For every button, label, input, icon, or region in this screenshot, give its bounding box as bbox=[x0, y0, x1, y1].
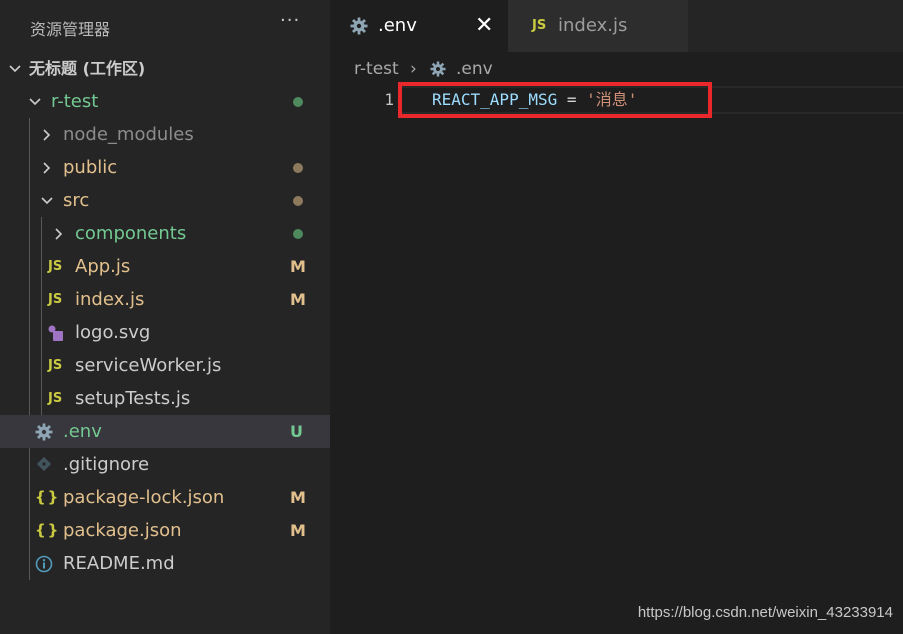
breadcrumb-separator: › bbox=[410, 59, 417, 79]
js-icon: JS bbox=[48, 391, 63, 406]
tab-label: .env bbox=[378, 15, 417, 36]
tree-item-label: logo.svg bbox=[75, 322, 151, 343]
chevron-right-icon bbox=[38, 151, 54, 184]
more-actions-icon[interactable]: ··· bbox=[280, 10, 300, 31]
tree-item-label: .gitignore bbox=[63, 454, 150, 475]
watermark: https://blog.csdn.net/weixin_43233914 bbox=[637, 604, 893, 621]
git-icon bbox=[36, 448, 52, 481]
explorer-header: 资源管理器 ··· bbox=[0, 0, 330, 52]
chevron-down-icon bbox=[6, 52, 22, 85]
js-icon: JS bbox=[48, 259, 63, 274]
breadcrumb: r-test › .env bbox=[330, 52, 903, 86]
tree-item-serviceworker-js[interactable]: JS serviceWorker.js bbox=[0, 349, 330, 382]
tree-item-setuptests-js[interactable]: JS setupTests.js bbox=[0, 382, 330, 415]
workspace-root[interactable]: 无标题 (工作区) bbox=[0, 52, 330, 85]
git-status-badge: M bbox=[290, 521, 306, 540]
code-editor[interactable]: 1 REACT_APP_MSG = '消息' bbox=[330, 82, 903, 634]
tab-env[interactable]: .env ✕ bbox=[330, 0, 508, 52]
tree-item-gitignore[interactable]: .gitignore bbox=[0, 448, 330, 481]
js-icon: JS bbox=[48, 358, 63, 373]
git-status-badge: M bbox=[290, 488, 306, 507]
tab-label: index.js bbox=[558, 15, 628, 36]
git-status-badge: M bbox=[290, 257, 306, 276]
tree-item-label: package-lock.json bbox=[63, 487, 225, 508]
highlight-annotation-box bbox=[398, 82, 712, 118]
breadcrumb-folder[interactable]: r-test bbox=[354, 52, 399, 86]
tree-item-src[interactable]: src bbox=[0, 184, 330, 217]
chevron-right-icon bbox=[50, 217, 66, 250]
tree-item-env[interactable]: .env U bbox=[0, 415, 330, 448]
tab-index-js[interactable]: JS index.js bbox=[508, 0, 688, 52]
git-status-badge: M bbox=[290, 290, 306, 309]
tree-item-components[interactable]: components bbox=[0, 217, 330, 250]
tree-item-label: src bbox=[63, 190, 90, 211]
info-icon bbox=[35, 547, 53, 580]
js-icon: JS bbox=[48, 292, 63, 307]
status-dot bbox=[293, 196, 303, 206]
gear-icon bbox=[35, 415, 53, 448]
chevron-down-icon bbox=[26, 85, 42, 118]
tree-item-label: r-test bbox=[51, 91, 99, 112]
tree-item-node-modules[interactable]: node_modules bbox=[0, 118, 330, 151]
tree-item-r-test[interactable]: r-test bbox=[0, 85, 330, 118]
git-status-badge: U bbox=[290, 422, 303, 441]
tree-item-label: index.js bbox=[75, 289, 145, 310]
tree-item-logo-svg[interactable]: logo.svg bbox=[0, 316, 330, 349]
gear-icon bbox=[350, 0, 368, 56]
tree-item-package-lock-json[interactable]: {} package-lock.json M bbox=[0, 481, 330, 514]
svg-icon bbox=[47, 316, 65, 349]
workspace-label: 无标题 (工作区) bbox=[29, 59, 146, 78]
close-icon[interactable]: ✕ bbox=[475, 0, 493, 52]
tree-item-public[interactable]: public bbox=[0, 151, 330, 184]
chevron-down-icon bbox=[38, 184, 54, 217]
status-dot bbox=[293, 163, 303, 173]
tree-item-readme-md[interactable]: README.md bbox=[0, 547, 330, 580]
tree-item-label: setupTests.js bbox=[75, 388, 191, 409]
status-dot bbox=[293, 229, 303, 239]
json-icon: {} bbox=[35, 521, 61, 539]
explorer-sidebar: 资源管理器 ··· 无标题 (工作区) r-test node_modules … bbox=[0, 0, 330, 634]
json-icon: {} bbox=[35, 488, 61, 506]
tree-item-label: package.json bbox=[63, 520, 182, 541]
tree-item-package-json[interactable]: {} package.json M bbox=[0, 514, 330, 547]
tree-item-app-js[interactable]: JS App.js M bbox=[0, 250, 330, 283]
tree-item-label: node_modules bbox=[63, 124, 194, 145]
line-number: 1 bbox=[384, 90, 394, 109]
tree-item-label: serviceWorker.js bbox=[75, 355, 222, 376]
breadcrumb-file[interactable]: .env bbox=[456, 52, 493, 86]
tree-item-label: .env bbox=[63, 421, 102, 442]
tree-item-label: public bbox=[63, 157, 118, 178]
explorer-title: 资源管理器 bbox=[30, 20, 111, 39]
js-icon: JS bbox=[532, 18, 547, 33]
tree-item-index-js[interactable]: JS index.js M bbox=[0, 283, 330, 316]
status-dot bbox=[293, 97, 303, 107]
tree-item-label: README.md bbox=[63, 553, 175, 574]
editor-tab-bar: .env ✕ JS index.js bbox=[330, 0, 903, 52]
chevron-right-icon bbox=[38, 118, 54, 151]
tree-item-label: components bbox=[75, 223, 187, 244]
tree-item-label: App.js bbox=[75, 256, 131, 277]
